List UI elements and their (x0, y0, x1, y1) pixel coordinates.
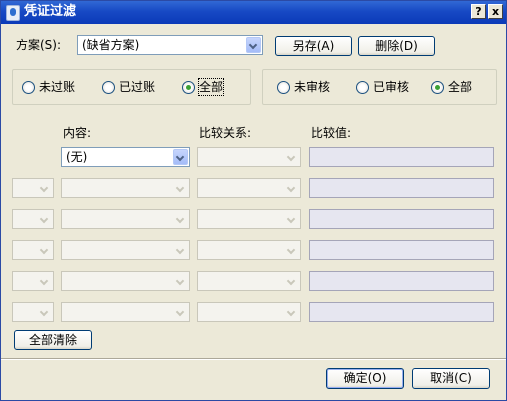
save-as-button[interactable]: 另存(A) (275, 36, 352, 56)
compare-value-3[interactable] (309, 209, 494, 229)
relation-select-2[interactable] (197, 178, 301, 198)
chevron-down-icon (284, 242, 299, 258)
close-button[interactable]: x (488, 4, 503, 19)
radio-audited-label[interactable]: 已审核 (373, 79, 409, 95)
chevron-down-icon (284, 149, 299, 165)
footer-separator (1, 358, 506, 360)
chevron-down-icon[interactable] (173, 149, 188, 165)
relation-select-5[interactable] (197, 271, 301, 291)
scheme-select[interactable]: (缺省方案) (77, 35, 263, 55)
chevron-down-icon (173, 211, 188, 227)
radio-audit-all-label[interactable]: 全部 (448, 79, 472, 95)
logic-select-2[interactable] (12, 178, 54, 198)
relation-select-4[interactable] (197, 240, 301, 260)
logic-select-3[interactable] (12, 209, 54, 229)
chevron-down-icon (37, 211, 52, 227)
header-value: 比较值: (311, 126, 352, 140)
radio-audited[interactable] (356, 81, 369, 94)
delete-button[interactable]: 删除(D) (358, 36, 435, 56)
relation-select-3[interactable] (197, 209, 301, 229)
compare-value-2[interactable] (309, 178, 494, 198)
scheme-label: 方案(S): (16, 38, 62, 52)
radio-posted[interactable] (102, 81, 115, 94)
logic-select-6[interactable] (12, 302, 54, 322)
logic-select-5[interactable] (12, 271, 54, 291)
compare-value-6[interactable] (309, 302, 494, 322)
content-select-6[interactable] (61, 302, 190, 322)
chevron-down-icon[interactable] (246, 37, 261, 53)
chevron-down-icon (284, 304, 299, 320)
logic-select-4[interactable] (12, 240, 54, 260)
radio-post-all-label[interactable]: 全部 (197, 78, 225, 96)
cancel-button[interactable]: 取消(C) (412, 368, 490, 389)
radio-unaudited[interactable] (277, 81, 290, 94)
radio-audit-all[interactable] (431, 81, 444, 94)
content-select-1[interactable]: (无) (61, 147, 190, 167)
ok-button[interactable]: 确定(O) (326, 368, 404, 389)
scheme-value: (缺省方案) (82, 38, 140, 52)
header-relation: 比较关系: (199, 126, 252, 140)
chevron-down-icon (37, 273, 52, 289)
chevron-down-icon (37, 180, 52, 196)
radio-unaudited-label[interactable]: 未审核 (294, 79, 330, 95)
content-select-2[interactable] (61, 178, 190, 198)
chevron-down-icon (37, 304, 52, 320)
clear-all-button[interactable]: 全部清除 (14, 330, 92, 350)
chevron-down-icon (284, 273, 299, 289)
header-content: 内容: (63, 126, 92, 140)
content-select-5[interactable] (61, 271, 190, 291)
radio-posted-label[interactable]: 已过账 (119, 79, 155, 95)
window-title: 凭证过滤 (24, 4, 77, 19)
content-select-4[interactable] (61, 240, 190, 260)
help-button[interactable]: ? (471, 4, 486, 19)
content-select-3[interactable] (61, 209, 190, 229)
chevron-down-icon (284, 180, 299, 196)
filter-dialog: 凭证过滤 ? x 方案(S): (缺省方案) 另存(A) 删除(D) 未过账 已… (0, 0, 507, 401)
radio-unposted[interactable] (22, 81, 35, 94)
chevron-down-icon (37, 242, 52, 258)
compare-value-4[interactable] (309, 240, 494, 260)
title-bar[interactable]: 凭证过滤 ? x (1, 1, 506, 24)
compare-value-1[interactable] (309, 147, 494, 167)
chevron-down-icon (284, 211, 299, 227)
content-value-1: (无) (66, 150, 88, 164)
chevron-down-icon (173, 242, 188, 258)
relation-select-1[interactable] (197, 147, 301, 167)
relation-select-6[interactable] (197, 302, 301, 322)
radio-post-all[interactable] (182, 81, 195, 94)
app-icon (6, 5, 20, 21)
chevron-down-icon (173, 273, 188, 289)
chevron-down-icon (173, 180, 188, 196)
radio-unposted-label[interactable]: 未过账 (39, 79, 75, 95)
chevron-down-icon (173, 304, 188, 320)
compare-value-5[interactable] (309, 271, 494, 291)
